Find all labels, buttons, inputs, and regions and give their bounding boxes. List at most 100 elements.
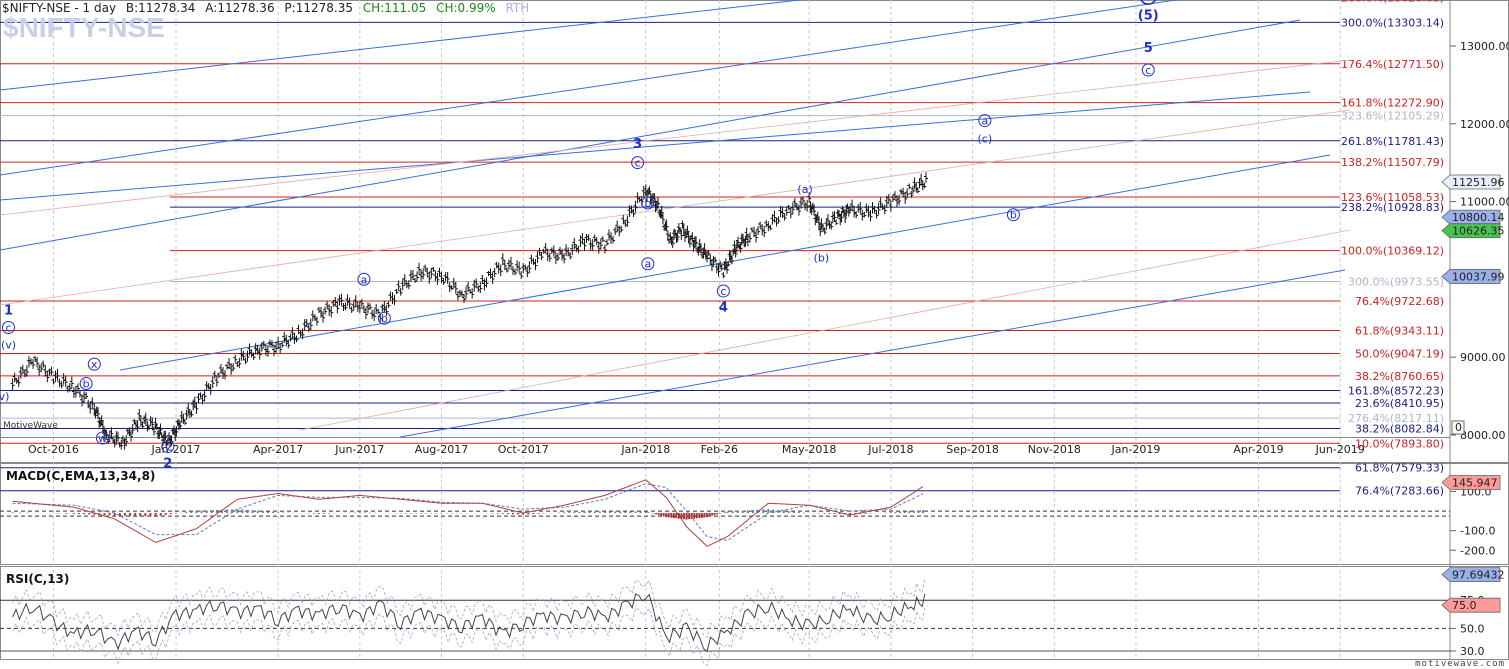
fib-level-label: 238.2%(10928.83) xyxy=(1341,201,1444,214)
wave-label: w xyxy=(98,432,107,445)
time-tick-label: Sep-2018 xyxy=(946,443,999,456)
wave-label: (b) xyxy=(814,252,830,265)
time-tick-label: Aug-2017 xyxy=(415,443,468,456)
fib-level-label: 200.0%(13620.63) xyxy=(1341,0,1444,5)
time-tick-label: Jun-2017 xyxy=(334,443,384,456)
fib-level-label: 10.0%(7893.80) xyxy=(1355,437,1444,450)
last-close-tag-text: 10626.35 xyxy=(1452,225,1505,238)
ask-label: A:11278.36 xyxy=(205,1,275,15)
time-tick-label: Feb-26 xyxy=(701,443,738,456)
chart-header: $NIFTY-NSE - 1 day B:11278.34 A:11278.36… xyxy=(2,1,535,15)
price-tick-label: 13000.00 xyxy=(1460,40,1509,53)
change-label: CH:111.05 xyxy=(362,1,427,15)
session-label: RTH xyxy=(505,1,530,15)
wave-label: 4 xyxy=(719,300,728,315)
fib-level-label: 176.4%(12771.50) xyxy=(1341,58,1444,71)
wave-label: b xyxy=(381,312,388,325)
wave-label: a xyxy=(981,115,988,128)
level-tag: 10037.99 xyxy=(1441,269,1505,284)
fib-level-label: 161.8%(12272.90) xyxy=(1341,97,1444,110)
change-pct-label: CH:0.99% xyxy=(436,1,496,15)
rsi-line xyxy=(12,593,926,653)
time-tick-label: Jan-2019 xyxy=(1111,443,1161,456)
macd-line xyxy=(12,479,924,547)
fib-level-label: 61.8%(9343.11) xyxy=(1355,325,1444,338)
wave-label: (v) xyxy=(1,339,16,352)
fib-level-label: 100.0%(10369.12) xyxy=(1341,245,1444,258)
wave-label: 1 xyxy=(4,303,13,318)
level-tag-text: 10037.99 xyxy=(1452,270,1505,283)
current-price-tag: 11251.96 xyxy=(1441,174,1505,190)
symbol-watermark: $NIFTY-NSE xyxy=(3,12,165,43)
rsi-value-tag: 97.69432 xyxy=(1441,567,1505,583)
wave-label: (a) xyxy=(797,183,812,196)
fib-level-label: 138.2%(11507.79) xyxy=(1341,156,1444,169)
macd-value-tag-text: 145.947 xyxy=(1452,477,1498,490)
wave-label: b xyxy=(1010,209,1017,222)
wave-label: 5 xyxy=(1144,41,1153,56)
rsi-75-tag-text: 75.0 xyxy=(1452,599,1477,612)
fib-level-label: 38.2%(8760.65) xyxy=(1355,370,1444,383)
last-close-tag: 10626.35 xyxy=(1441,223,1505,239)
level-tag-text: 10800.14 xyxy=(1452,211,1505,224)
wave-label: b xyxy=(644,197,651,210)
fib-level-label: 38.2%(8082.84) xyxy=(1355,423,1444,436)
wave-label: 3 xyxy=(633,137,642,152)
rsi-tick-label: 50.0 xyxy=(1460,622,1485,635)
rsi-tick-label: 30.0 xyxy=(1460,645,1485,658)
wave-label: b xyxy=(83,378,90,391)
fib-level-label: 261.8%(11781.43) xyxy=(1341,135,1444,148)
chart-canvas: Oct-2016 Jan-2017 Apr-2017 Jun-2017 Aug-2017… xyxy=(0,0,1509,667)
fib-level-label: 300.0%(9973.55) xyxy=(1348,275,1444,288)
wave-label: c xyxy=(635,157,641,170)
macd-tick-label: -100.0 xyxy=(1460,525,1495,538)
macd-value-tag: 145.947 xyxy=(1441,475,1501,490)
macd-title: MACD(C,EMA,13,34,8) xyxy=(6,469,156,483)
fib-level-label: 76.4%(7283.66) xyxy=(1355,485,1444,498)
fib-level-label: 161.8%(8572.23) xyxy=(1348,384,1444,397)
time-tick-label: Jul-2018 xyxy=(867,443,913,456)
rsi-75-tag: 75.0 xyxy=(1441,597,1501,613)
macd-signal-line xyxy=(12,483,924,542)
price-tick-label: 12000.00 xyxy=(1460,118,1509,131)
current-price-tag-text: 11251.96 xyxy=(1452,176,1505,189)
price-tick-label: 11000.00 xyxy=(1460,196,1509,209)
symbol-label: $NIFTY-NSE - 1 day xyxy=(2,1,117,15)
time-tick-label: Nov-2018 xyxy=(1028,443,1081,456)
rsi-title: RSI(C,13) xyxy=(6,572,70,586)
trend-channel-line xyxy=(0,19,1301,251)
price-label: P:11278.35 xyxy=(284,1,353,15)
wave-label: c xyxy=(720,285,726,298)
rsi-lower-band xyxy=(12,607,926,667)
wave-label: (5) xyxy=(1138,9,1159,24)
rsi-value-tag-text: 97.69432 xyxy=(1452,569,1505,582)
time-tick-label: Oct-2017 xyxy=(498,443,549,456)
wave-label: 2 xyxy=(163,457,172,472)
wave-label: c xyxy=(1145,64,1151,77)
time-tick-label: Oct-2016 xyxy=(28,443,79,456)
wave-label: (c) xyxy=(978,132,993,145)
time-tick-label: Apr-2017 xyxy=(253,443,303,456)
price-tick-label: 9000.00 xyxy=(1460,351,1506,364)
time-tick-label: May-2018 xyxy=(782,443,837,456)
fib-level-label: 300.0%(13303.14) xyxy=(1341,16,1444,29)
time-tick-label: Jan-2017 xyxy=(151,443,201,456)
fib-level-label: 50.0%(9047.19) xyxy=(1355,348,1444,361)
macd-tick-label: -200.0 xyxy=(1460,544,1495,557)
wave-label: (iv) xyxy=(0,390,9,403)
wave-label: a xyxy=(644,258,651,271)
wave-label: 3 xyxy=(1144,0,1153,4)
fib-level-label: 61.8%(7579.33) xyxy=(1355,462,1444,475)
time-tick-label: Jan-2018 xyxy=(620,443,670,456)
brand-label: MotiveWave xyxy=(3,421,58,431)
fib-level-label: 323.6%(12105.29) xyxy=(1341,110,1444,123)
wave-label: c xyxy=(5,322,11,335)
wave-label: y xyxy=(165,441,172,454)
level-tag: 10800.14 xyxy=(1441,209,1505,225)
fib-level-label: 23.6%(8410.95) xyxy=(1355,397,1444,410)
faint-channel-line xyxy=(0,59,1351,216)
bid-label: B:11278.34 xyxy=(125,1,196,15)
wave-label: x xyxy=(91,358,98,371)
zero-tag-text: 0 xyxy=(1455,421,1462,434)
footer-brand: motivewave.com xyxy=(1415,659,1505,669)
